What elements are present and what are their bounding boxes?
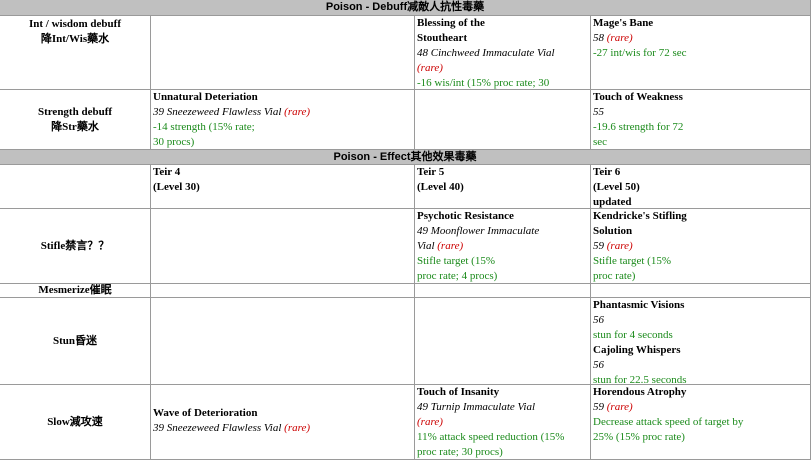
tier-6-header: Teir 6 (Level 50) updated xyxy=(591,165,811,209)
section-header-debuff: Poison - Debuff减敵人抗性毒藥 xyxy=(0,0,811,16)
rare-tag: (rare) xyxy=(284,106,311,118)
section-header-debuff-text: Poison - Debuff减敵人抗性毒藥 xyxy=(325,1,485,13)
label-intwis-en: Int / wisdom debuff xyxy=(29,18,121,30)
item-source: 49 Turnip Immaculate Vial xyxy=(417,401,536,413)
item-name: Wave of Deterioration xyxy=(153,407,258,419)
item-source: 56 xyxy=(593,314,604,326)
item-name: Unnatural Deteriation xyxy=(153,91,258,103)
item-effect-cont: 25% (15% proc rate) xyxy=(593,431,685,443)
tier-5-header: Teir 5 (Level 40) xyxy=(415,165,591,209)
item-name-cont: Solution xyxy=(593,225,633,237)
item-source: 39 Sneezeweed Flawless Vial xyxy=(153,106,282,118)
item-effect-2: stun for 22.5 seconds xyxy=(593,374,687,385)
label-strength-en: Strength debuff xyxy=(37,105,113,118)
cell-slow-t4: Wave of Deterioration 39 Sneezeweed Flaw… xyxy=(151,385,415,460)
tier-4-label: Teir 4 xyxy=(153,166,181,178)
rare-tag: (rare) xyxy=(606,32,633,44)
item-source: 55 xyxy=(593,106,604,118)
row-label-intwis: Int / wisdom debuff 降Int/Wis藥水 xyxy=(0,16,151,90)
section-header-effect-text: Poison - Effect其他效果毒藥 xyxy=(333,151,477,163)
section-header-effect: Poison - Effect其他效果毒藥 xyxy=(0,150,811,165)
cell-stun-t4 xyxy=(151,298,415,385)
row-label-stifle: Stifle禁言？？ xyxy=(0,209,151,284)
cell-mesmerize-t5 xyxy=(415,284,591,298)
item-effect: 11% attack speed reduction (15% xyxy=(417,431,565,443)
rare-tag: (rare) xyxy=(606,240,633,252)
item-source-cont: Vial xyxy=(417,240,435,252)
row-label-slow: Slow減攻速 xyxy=(0,385,151,460)
item-effect: Stifle target (15% xyxy=(417,255,495,267)
label-stun: Stun昏迷 xyxy=(52,334,98,347)
item-effect-cont: sec xyxy=(593,136,608,148)
tier-6-label: Teir 6 xyxy=(593,166,621,178)
item-effect-cont: proc rate; 30 procs) xyxy=(417,446,503,458)
item-name: Kendricke's Stifling xyxy=(593,210,687,222)
tier-6-note: updated xyxy=(593,196,632,208)
cell-strength-t4: Unnatural Deteriation 39 Sneezeweed Flaw… xyxy=(151,90,415,150)
item-source: 59 xyxy=(593,401,604,413)
item-name: Touch of Weakness xyxy=(593,91,683,103)
item-effect-cont: 30 procs) xyxy=(153,136,195,148)
tier-6-level: (Level 50) xyxy=(593,181,640,193)
item-name: Horendous Atrophy xyxy=(593,386,687,398)
rare-tag: (rare) xyxy=(417,416,443,428)
cell-slow-t5: Touch of Insanity 49 Turnip Immaculate V… xyxy=(415,385,591,460)
rare-tag: (rare) xyxy=(417,62,443,74)
cell-slow-t6: Horendous Atrophy 59 (rare) Decrease att… xyxy=(591,385,811,460)
poison-table: Poison - Debuff减敵人抗性毒藥 Int / wisdom debu… xyxy=(0,0,811,460)
label-stifle: Stifle禁言？？ xyxy=(40,239,110,252)
label-strength-zh: 降Str藥水 xyxy=(51,120,99,133)
item-effect-cont: proc rate; 4 procs) xyxy=(417,270,498,282)
cell-intwis-t5: Blessing of the Stoutheart 48 Cinchweed … xyxy=(415,16,591,90)
item-effect: -16 wis/int (15% proc rate; 30 xyxy=(417,77,550,89)
cell-intwis-t4 xyxy=(151,16,415,90)
cell-mesmerize-t4 xyxy=(151,284,415,298)
item-source-2: 56 xyxy=(593,359,604,371)
item-effect: -27 int/wis for 72 sec xyxy=(593,47,687,59)
item-name: Phantasmic Visions xyxy=(593,299,685,311)
cell-mesmerize-t6 xyxy=(591,284,811,298)
item-name-2: Cajoling Whispers xyxy=(593,344,681,356)
cell-stifle-t6: Kendricke's Stifling Solution 59 (rare) … xyxy=(591,209,811,284)
rare-tag: (rare) xyxy=(284,422,311,434)
cell-strength-t5 xyxy=(415,90,591,150)
cell-stifle-t4 xyxy=(151,209,415,284)
item-source: 58 xyxy=(593,32,604,44)
item-effect: stun for 4 seconds xyxy=(593,329,673,341)
item-name: Touch of Insanity xyxy=(417,386,500,398)
item-effect: -19.6 strength for 72 xyxy=(593,121,684,133)
tier-5-level: (Level 40) xyxy=(417,181,464,193)
row-label-stun: Stun昏迷 xyxy=(0,298,151,385)
tier-4-level: (Level 30) xyxy=(153,181,200,193)
label-mesmerize: Mesmerize催眠 xyxy=(38,284,112,296)
item-name: Blessing of the xyxy=(417,17,485,29)
rare-tag: (rare) xyxy=(606,401,633,413)
item-name: Psychotic Resistance xyxy=(417,210,514,222)
item-source: 48 Cinchweed Immaculate Vial xyxy=(417,47,555,59)
tier-5-label: Teir 5 xyxy=(417,166,445,178)
item-source: 49 Moonflower Immaculate xyxy=(417,225,540,237)
cell-strength-t6: Touch of Weakness 55 -19.6 strength for … xyxy=(591,90,811,150)
cell-stifle-t5: Psychotic Resistance 49 Moonflower Immac… xyxy=(415,209,591,284)
tier-4-header: Teir 4 (Level 30) xyxy=(151,165,415,209)
label-intwis-zh: 降Int/Wis藥水 xyxy=(40,33,110,45)
item-effect-cont: proc rate) xyxy=(593,270,636,282)
item-effect: Stifle target (15% xyxy=(593,255,671,267)
item-source: 39 Sneezeweed Flawless Vial xyxy=(153,422,282,434)
row-label-mesmerize: Mesmerize催眠 xyxy=(0,284,151,298)
cell-stun-t5 xyxy=(415,298,591,385)
item-effect: -14 strength (15% rate; xyxy=(153,121,255,133)
item-name: Mage's Bane xyxy=(593,17,654,29)
rare-tag: (rare) xyxy=(437,240,464,252)
row-label-strength: Strength debuff 降Str藥水 xyxy=(0,90,151,150)
cell-stun-t6: Phantasmic Visions 56 stun for 4 seconds… xyxy=(591,298,811,385)
cell-tier-empty xyxy=(0,165,151,209)
item-name-cont: Stoutheart xyxy=(417,32,468,44)
label-slow: Slow減攻速 xyxy=(47,415,103,428)
item-effect: Decrease attack speed of target by xyxy=(593,416,744,428)
item-source: 59 xyxy=(593,240,604,252)
cell-intwis-t6: Mage's Bane 58 (rare) -27 int/wis for 72… xyxy=(591,16,811,90)
